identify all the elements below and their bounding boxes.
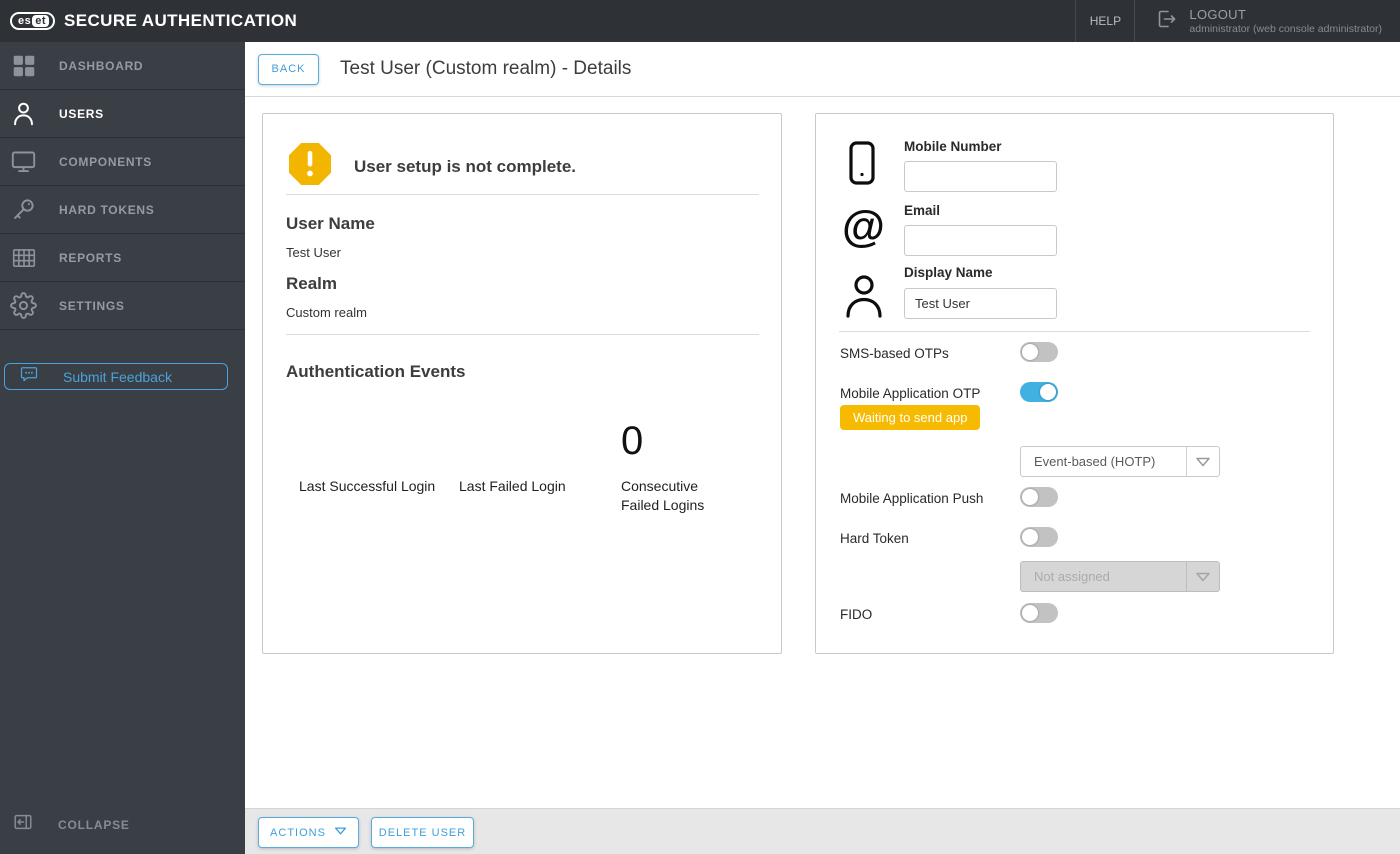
collapse-panel-icon (12, 811, 34, 838)
collapse-button[interactable]: COLLAPSE (12, 811, 130, 838)
topbar-right: HELP LOGOUT administrator (web console a… (1075, 0, 1400, 42)
logout-button[interactable]: LOGOUT administrator (web console admini… (1135, 0, 1400, 42)
sidebar-label: COMPONENTS (59, 154, 153, 169)
feedback-bubble-icon (19, 364, 39, 389)
sidebar-label: DASHBOARD (59, 58, 144, 73)
sidebar-item-users[interactable]: USERS (0, 90, 245, 138)
stat-label: Last Successful Login (299, 478, 436, 494)
phone-icon (849, 141, 875, 190)
otp-type-value: Event-based (HOTP) (1034, 454, 1156, 469)
fido-toggle[interactable] (1020, 603, 1058, 623)
stat-last-successful-login: Last Successful Login (299, 421, 449, 496)
stat-value (299, 421, 449, 469)
app-title: SECURE AUTHENTICATION (64, 11, 298, 30)
top-bar: es et SECURE AUTHENTICATION HELP LOGOUT … (0, 0, 1400, 42)
report-grid-icon (10, 244, 37, 271)
logout-user: administrator (web console administrator… (1189, 23, 1382, 35)
collapse-label: COLLAPSE (58, 817, 130, 832)
user-summary-card: User setup is not complete. User Name Te… (262, 113, 782, 654)
sidebar-label: REPORTS (59, 250, 122, 265)
actions-label: ACTIONS (270, 826, 326, 839)
realm-value: Custom realm (286, 305, 367, 320)
stat-consecutive-failed-logins: 0 Consecutive Failed Logins (621, 421, 733, 515)
chevron-down-icon (334, 826, 347, 839)
chevron-down-icon (1186, 562, 1219, 591)
warning-icon (288, 142, 332, 186)
hard-token-label: Hard Token (840, 531, 909, 546)
chevron-down-icon (1186, 447, 1219, 476)
divider (839, 331, 1310, 332)
hard-token-value: Not assigned (1034, 569, 1110, 584)
user-detail-card: Mobile Number @ Email Display Name SMS-b… (815, 113, 1334, 654)
email-input[interactable] (904, 225, 1057, 256)
mobile-otp-label: Mobile Application OTP (840, 386, 981, 401)
key-icon (10, 196, 37, 223)
email-label: Email (904, 203, 941, 218)
stat-last-failed-login: Last Failed Login (459, 421, 609, 496)
feedback-label: Submit Feedback (63, 368, 172, 385)
mobile-push-toggle[interactable] (1020, 487, 1058, 507)
realm-label: Realm (286, 274, 338, 293)
sms-otp-toggle[interactable] (1020, 342, 1058, 362)
sidebar-item-components[interactable]: COMPONENTS (0, 138, 245, 186)
toggle-knob (1022, 529, 1038, 545)
footer-action-bar: ACTIONS DELETE USER (245, 808, 1400, 854)
fido-label: FIDO (840, 607, 873, 622)
username-label: User Name (286, 214, 375, 233)
mobile-number-input[interactable] (904, 161, 1057, 192)
sidebar: DASHBOARD USERS COMPONENTS HARD TOKENS R… (0, 42, 245, 854)
sidebar-item-reports[interactable]: REPORTS (0, 234, 245, 282)
hard-token-toggle[interactable] (1020, 527, 1058, 547)
sms-otp-label: SMS-based OTPs (840, 346, 949, 361)
username-value: Test User (286, 245, 341, 260)
sidebar-label: USERS (59, 106, 104, 121)
logout-label: LOGOUT (1189, 7, 1247, 22)
stat-label: Last Failed Login (459, 478, 566, 494)
brand: es et SECURE AUTHENTICATION (0, 11, 297, 31)
stat-value (459, 421, 609, 469)
submit-feedback-button[interactable]: Submit Feedback (4, 363, 228, 390)
at-sign-icon: @ (842, 202, 885, 251)
sidebar-label: SETTINGS (59, 298, 125, 313)
stat-value: 0 (621, 419, 644, 463)
divider (286, 334, 759, 335)
mobile-otp-toggle[interactable] (1020, 382, 1058, 402)
sidebar-item-hard-tokens[interactable]: HARD TOKENS (0, 186, 245, 234)
hard-token-select: Not assigned (1020, 561, 1220, 592)
monitor-icon (10, 148, 37, 175)
user-icon (10, 100, 37, 127)
sidebar-label: HARD TOKENS (59, 202, 155, 217)
setup-warning-text: User setup is not complete. (354, 157, 576, 176)
page-header: BACK Test User (Custom realm) - Details (245, 42, 1400, 97)
back-button[interactable]: BACK (258, 53, 319, 85)
mobile-push-label: Mobile Application Push (840, 491, 984, 506)
mobile-number-label: Mobile Number (904, 139, 1002, 154)
page-title: Test User (Custom realm) - Details (340, 58, 632, 79)
esa-console: es et SECURE AUTHENTICATION HELP LOGOUT … (0, 0, 1400, 854)
auth-events-heading: Authentication Events (286, 362, 466, 381)
sidebar-item-settings[interactable]: SETTINGS (0, 282, 245, 330)
eset-logo: es et (10, 12, 56, 30)
help-button[interactable]: HELP (1075, 0, 1136, 42)
sidebar-item-dashboard[interactable]: DASHBOARD (0, 42, 245, 90)
stat-label: Consecutive Failed Logins (621, 478, 705, 513)
person-icon (845, 274, 883, 323)
divider (286, 194, 759, 195)
dashboard-grid-icon (10, 52, 37, 79)
display-name-label: Display Name (904, 265, 993, 280)
delete-user-button[interactable]: DELETE USER (371, 817, 474, 848)
logout-icon (1155, 7, 1179, 36)
gear-icon (10, 292, 37, 319)
toggle-knob (1040, 384, 1056, 400)
display-name-input[interactable] (904, 288, 1057, 319)
waiting-to-send-badge: Waiting to send app (840, 405, 981, 430)
main-content: BACK Test User (Custom realm) - Details … (245, 42, 1400, 854)
toggle-knob (1022, 489, 1038, 505)
actions-button[interactable]: ACTIONS (258, 817, 359, 848)
toggle-knob (1022, 605, 1038, 621)
otp-type-select[interactable]: Event-based (HOTP) (1020, 446, 1220, 477)
toggle-knob (1022, 344, 1038, 360)
